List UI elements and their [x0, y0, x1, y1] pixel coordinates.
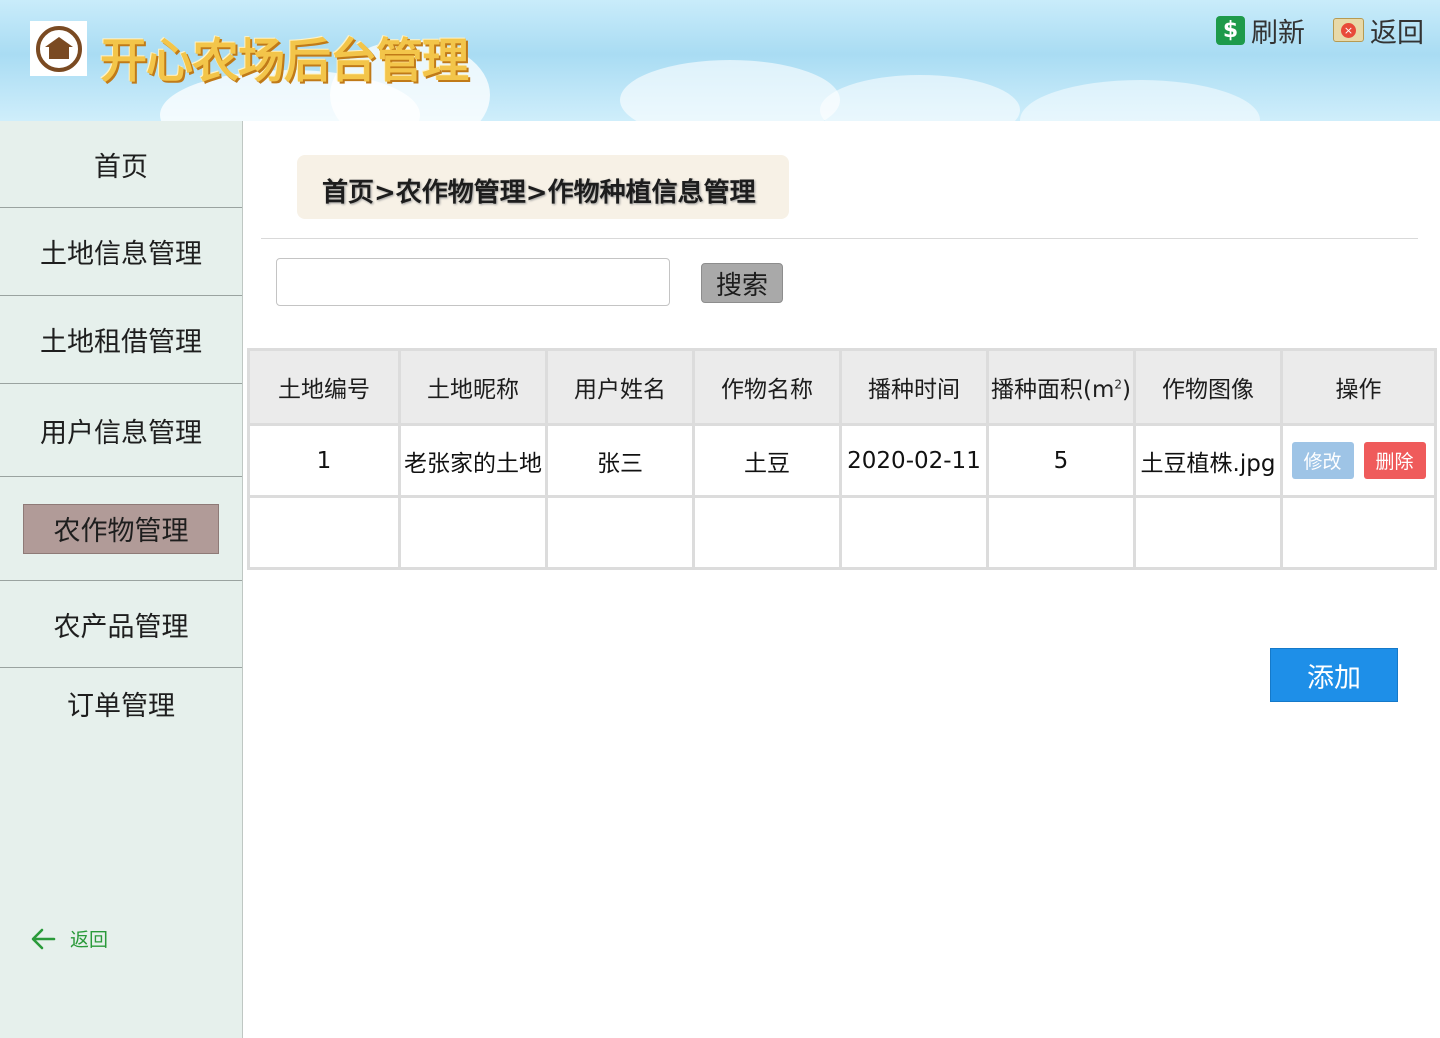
cell-sow-area: 5 — [986, 423, 1136, 498]
sidebar-item-land-info[interactable]: 土地信息管理 — [0, 208, 242, 296]
column-header-actions: 操作 — [1280, 348, 1437, 426]
cell-crop-name: 土豆 — [692, 423, 842, 498]
search-button[interactable]: 搜索 — [701, 263, 783, 303]
sidebar-item-label: 首页 — [94, 151, 148, 183]
sidebar-item-label: 用户信息管理 — [40, 417, 202, 449]
sidebar-item-orders[interactable]: 订单管理 — [0, 668, 242, 738]
cloud-decoration — [820, 75, 1020, 121]
delete-button[interactable]: 删除 — [1363, 442, 1426, 479]
empty-cell — [839, 495, 989, 570]
cell-land-nickname: 老张家的土地 — [398, 423, 548, 498]
sidebar-back-label: 返回 — [70, 929, 109, 951]
empty-cell — [1133, 495, 1283, 570]
sidebar: 首页 土地信息管理 土地租借管理 用户信息管理 农作物管理 农产品管理 订单管理… — [0, 121, 243, 1038]
sidebar-item-land-rental[interactable]: 土地租借管理 — [0, 296, 242, 384]
crop-planting-table: 土地编号 土地昵称 用户姓名 作物名称 播种时间 播种面积(m2) 作物图像 操… — [247, 348, 1437, 570]
refresh-label: 刷新 — [1251, 17, 1305, 49]
column-header-land-nickname: 土地昵称 — [398, 348, 548, 426]
arrow-left-icon — [31, 928, 56, 949]
cell-user-name: 张三 — [545, 423, 695, 498]
empty-cell — [247, 495, 401, 570]
area-unit-close: ) — [1122, 377, 1131, 403]
sidebar-item-label: 农产品管理 — [53, 611, 189, 643]
column-header-land-id: 土地编号 — [247, 348, 401, 426]
site-title: 开心农场后台管理 — [100, 34, 469, 89]
column-header-crop-image: 作物图像 — [1133, 348, 1283, 426]
logo-ring-icon — [35, 25, 82, 72]
house-icon — [44, 36, 73, 59]
column-header-sow-area: 播种面积(m2) — [986, 348, 1136, 426]
sidebar-item-user-info[interactable]: 用户信息管理 — [0, 384, 242, 477]
divider — [261, 238, 1418, 239]
area-unit-superscript: 2 — [1114, 377, 1123, 392]
column-header-sow-area-text: 播种面积(m — [990, 377, 1115, 403]
sidebar-item-label: 订单管理 — [67, 690, 175, 722]
refresh-button[interactable]: $ 刷新 — [1216, 12, 1305, 49]
cell-crop-image: 土豆植株.jpg — [1133, 423, 1283, 498]
empty-cell — [1280, 495, 1437, 570]
cell-land-id: 1 — [247, 423, 401, 498]
table-row: 1 老张家的土地 张三 土豆 2020-02-11 5 土豆植株.jpg 修改删… — [247, 423, 1437, 498]
edit-button[interactable]: 修改 — [1291, 442, 1354, 479]
sidebar-item-home[interactable]: 首页 — [0, 121, 242, 208]
sidebar-item-label: 土地信息管理 — [40, 239, 202, 270]
sidebar-item-crop-management[interactable]: 农作物管理 — [0, 477, 242, 581]
sidebar-item-label: 土地租借管理 — [40, 327, 202, 358]
add-button[interactable]: 添加 — [1270, 648, 1398, 702]
empty-cell — [692, 495, 842, 570]
empty-cell — [986, 495, 1136, 570]
column-header-user-name: 用户姓名 — [545, 348, 695, 426]
cloud-decoration — [1020, 80, 1260, 121]
column-header-crop-name: 作物名称 — [692, 348, 842, 426]
table-header-row: 土地编号 土地昵称 用户姓名 作物名称 播种时间 播种面积(m2) 作物图像 操… — [247, 348, 1437, 426]
cell-actions: 修改 删除 — [1280, 423, 1437, 498]
cloud-decoration — [620, 60, 840, 121]
table-row-empty — [247, 495, 1437, 570]
refresh-icon: $ — [1216, 15, 1245, 45]
farm-logo — [30, 21, 87, 76]
cell-sow-date: 2020-02-11 — [839, 423, 989, 498]
header-back-label: 返回 — [1370, 17, 1424, 49]
sidebar-back-link[interactable]: 返回 — [30, 925, 108, 952]
sidebar-item-produce[interactable]: 农产品管理 — [0, 581, 242, 668]
close-circle-icon: × — [1333, 18, 1364, 42]
header-back-button[interactable]: × 返回 — [1333, 12, 1424, 49]
search-input[interactable] — [276, 258, 670, 306]
app-header: 开心农场后台管理 $ 刷新 × 返回 — [0, 0, 1440, 121]
empty-cell — [545, 495, 695, 570]
breadcrumb: 首页>农作物管理>作物种植信息管理 — [297, 155, 789, 219]
empty-cell — [398, 495, 548, 570]
column-header-sow-date: 播种时间 — [839, 348, 989, 426]
sidebar-item-label: 农作物管理 — [23, 503, 219, 554]
